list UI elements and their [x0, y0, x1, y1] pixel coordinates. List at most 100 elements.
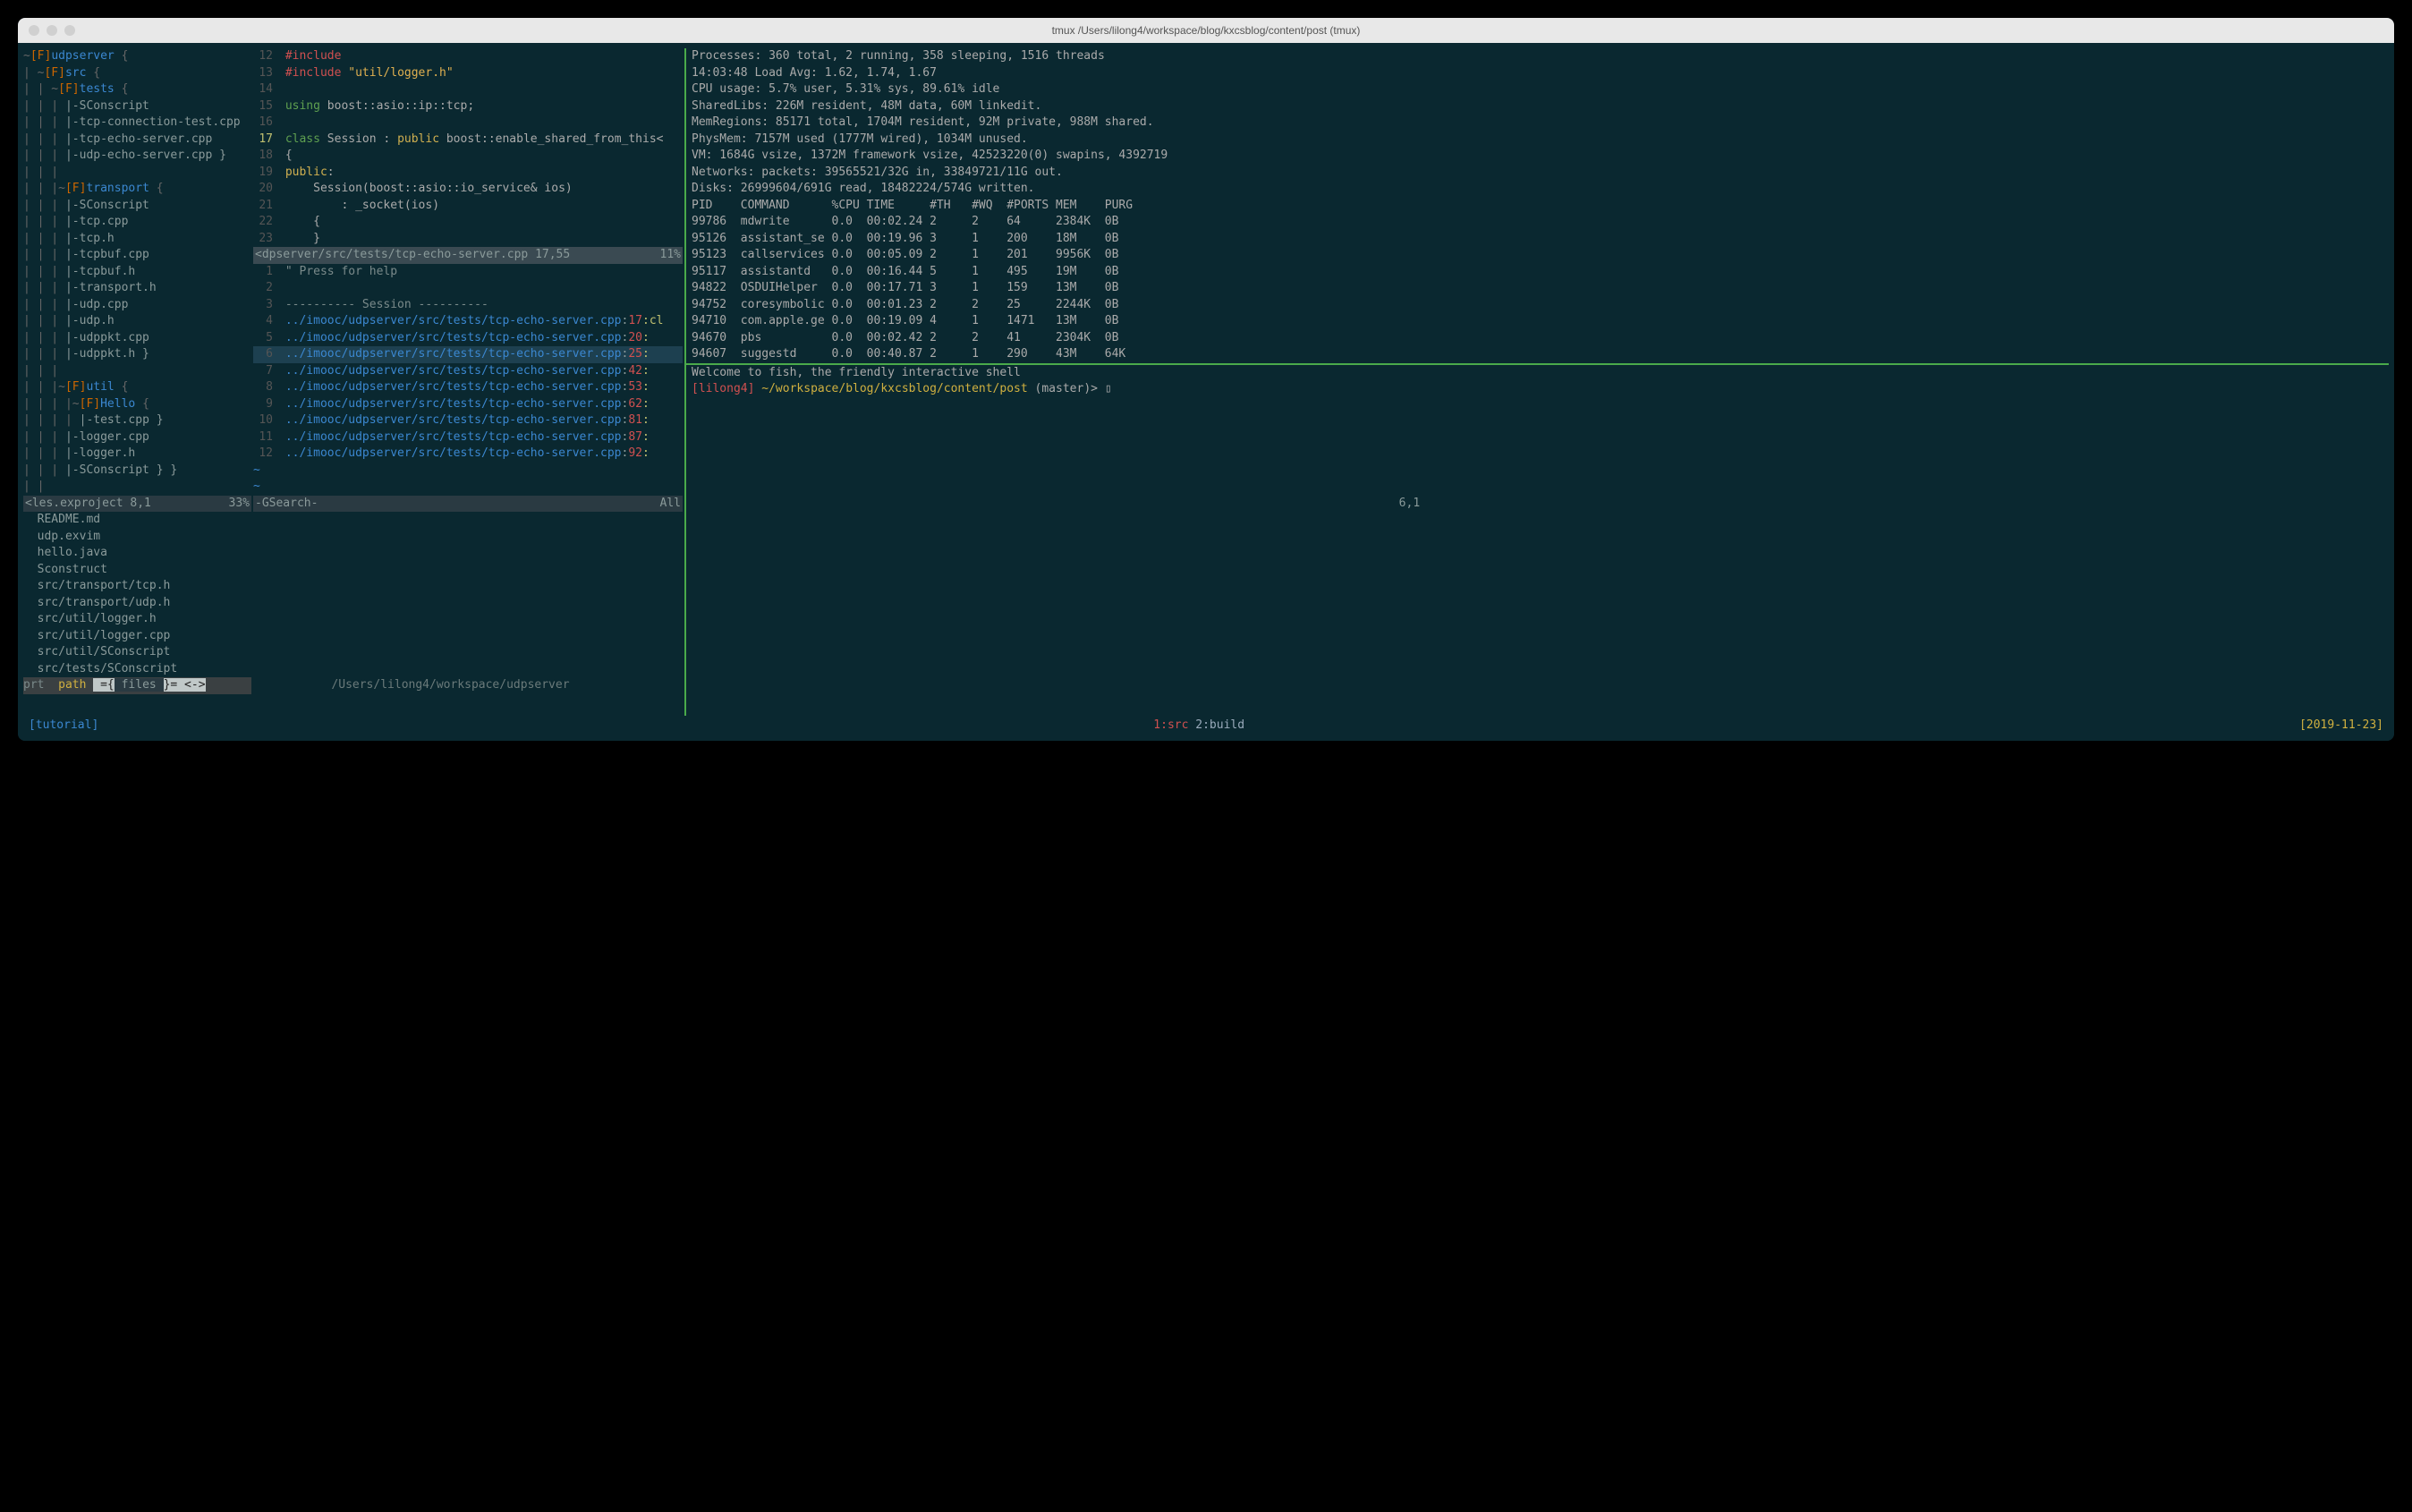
tree-item[interactable]: | | | |-udp.cpp	[23, 297, 251, 314]
top-row: 94607 suggestd 0.0 00:40.87 2 1 290 43M …	[692, 346, 2389, 363]
code-statusbar: <dpserver/src/tests/tcp-echo-server.cpp …	[253, 247, 683, 264]
gsearch-line[interactable]: 3 ---------- Session ----------	[253, 297, 683, 314]
code-line[interactable]: 13 #include "util/logger.h"	[253, 65, 683, 82]
tree-item[interactable]: | | | |-tcp-echo-server.cpp	[23, 132, 251, 149]
gsearch-line[interactable]: 9 ../imooc/udpserver/src/tests/tcp-echo-…	[253, 396, 683, 413]
window-title: tmux /Users/lilong4/workspace/blog/kxcsb…	[18, 22, 2394, 39]
code-line[interactable]: 17 class Session : public boost::enable_…	[253, 132, 683, 149]
tree-item[interactable]: | ~[F]src {	[23, 65, 251, 82]
file-list-item[interactable]: Sconstruct	[23, 562, 251, 579]
tree-item[interactable]: | | | |-udppkt.cpp	[23, 330, 251, 347]
tree-item[interactable]: | | | |-tcp.cpp	[23, 214, 251, 231]
tree-status-left: <les.exproject 8,1	[25, 496, 151, 513]
gsearch-line[interactable]: 6 ../imooc/udpserver/src/tests/tcp-echo-…	[253, 346, 683, 363]
gsearch-line[interactable]: 11 ../imooc/udpserver/src/tests/tcp-echo…	[253, 429, 683, 446]
top-header-line: Disks: 26999604/691G read, 18482224/574G…	[692, 181, 2389, 198]
middle-column: 12 #include 13 #include "util/logger.h"1…	[253, 48, 683, 716]
close-icon[interactable]	[29, 25, 39, 36]
tree-item[interactable]: | | |	[23, 363, 251, 380]
code-line[interactable]: 21 : _socket(ios)	[253, 198, 683, 215]
tree-item[interactable]: | | | |-transport.h	[23, 280, 251, 297]
code-line[interactable]: 18 {	[253, 148, 683, 165]
code-pane[interactable]: 12 #include 13 #include "util/logger.h"1…	[253, 48, 683, 247]
terminal-window: tmux /Users/lilong4/workspace/blog/kxcsb…	[18, 18, 2394, 741]
maximize-icon[interactable]	[64, 25, 75, 36]
tree-item[interactable]: | | | |-logger.h	[23, 446, 251, 463]
tree-item[interactable]: | | |~[F]util {	[23, 379, 251, 396]
top-row: 94710 com.apple.ge 0.0 00:19.09 4 1 1471…	[692, 313, 2389, 330]
gsearch-line[interactable]: 10 ../imooc/udpserver/src/tests/tcp-echo…	[253, 412, 683, 429]
code-line[interactable]: 15 using boost::asio::ip::tcp;	[253, 98, 683, 115]
tree-item[interactable]: | | | |-tcp.h	[23, 231, 251, 248]
gsearch-pane[interactable]: 1 " Press for help2 3 ---------- Session…	[253, 264, 683, 496]
tree-status-right: 33%	[229, 496, 250, 513]
file-list-item[interactable]: src/transport/tcp.h	[23, 578, 251, 595]
tmux-date: [2019-11-23]	[2299, 718, 2383, 735]
top-row: 95123 callservices 0.0 00:05.09 2 1 201 …	[692, 247, 2389, 264]
gsearch-line[interactable]: 8 ../imooc/udpserver/src/tests/tcp-echo-…	[253, 379, 683, 396]
file-list-item[interactable]: src/util/SConscript	[23, 644, 251, 661]
fish-prompt[interactable]: [lilong4] ~/workspace/blog/kxcsblog/cont…	[692, 381, 2389, 398]
file-tree[interactable]: ~[F]udpserver {| ~[F]src {| | ~[F]tests …	[23, 48, 251, 496]
top-header-line: 14:03:48 Load Avg: 1.62, 1.74, 1.67	[692, 65, 2389, 82]
code-line[interactable]: 19 public:	[253, 165, 683, 182]
tree-item[interactable]: | | | |-udp.h	[23, 313, 251, 330]
left-column: ~[F]udpserver {| ~[F]src {| | ~[F]tests …	[23, 48, 251, 716]
tree-item[interactable]: | | | |-SConscript	[23, 98, 251, 115]
top-columns: PID COMMAND %CPU TIME #TH #WQ #PORTS MEM…	[692, 198, 2389, 215]
tree-item[interactable]: | | | |-SConscript	[23, 198, 251, 215]
top-header-line: Processes: 360 total, 2 running, 358 sle…	[692, 48, 2389, 65]
file-list-item[interactable]: hello.java	[23, 545, 251, 562]
tree-item[interactable]: | | | |-logger.cpp	[23, 429, 251, 446]
code-line[interactable]: 16	[253, 115, 683, 132]
tree-item[interactable]: | | | |~[F]Hello {	[23, 396, 251, 413]
tmux-window-inactive[interactable]: 2:build	[1188, 718, 1244, 732]
fish-welcome: Welcome to fish, the friendly interactiv…	[692, 365, 2389, 382]
tree-item[interactable]: | | | | |-test.cpp }	[23, 412, 251, 429]
code-line[interactable]: 12 #include	[253, 48, 683, 65]
file-list-item[interactable]: src/tests/SConscript	[23, 661, 251, 678]
gsearch-line[interactable]: 4 ../imooc/udpserver/src/tests/tcp-echo-…	[253, 313, 683, 330]
tmux-window-active[interactable]: 1:src	[1153, 718, 1188, 732]
code-line[interactable]: 23 }	[253, 231, 683, 248]
tree-item[interactable]: | | | |-tcp-connection-test.cpp	[23, 115, 251, 132]
tree-item[interactable]: | | | |-tcpbuf.cpp	[23, 247, 251, 264]
code-line[interactable]: 20 Session(boost::asio::io_service& ios)	[253, 181, 683, 198]
code-line[interactable]: 14	[253, 81, 683, 98]
file-list-item[interactable]: src/util/logger.h	[23, 611, 251, 628]
gsearch-line[interactable]: 1 " Press for help	[253, 264, 683, 281]
tree-item[interactable]: ~[F]udpserver {	[23, 48, 251, 65]
tmux-windows[interactable]: 1:src 2:build	[1153, 718, 1244, 735]
top-header-line: PhysMem: 7157M used (1777M wired), 1034M…	[692, 132, 2389, 149]
tree-item[interactable]: | |	[23, 479, 251, 496]
top-header-line: Networks: packets: 39565521/32G in, 3384…	[692, 165, 2389, 182]
gsearch-line[interactable]: 2	[253, 280, 683, 297]
gsearch-line[interactable]: 5 ../imooc/udpserver/src/tests/tcp-echo-…	[253, 330, 683, 347]
minimize-icon[interactable]	[47, 25, 57, 36]
tree-item[interactable]: | | |	[23, 165, 251, 182]
tree-item[interactable]: | | | |-udppkt.h }	[23, 346, 251, 363]
tree-item[interactable]: | | | |-tcpbuf.h	[23, 264, 251, 281]
tree-item[interactable]: | | ~[F]tests {	[23, 81, 251, 98]
top-row: 94822 OSDUIHelper 0.0 00:17.71 3 1 159 1…	[692, 280, 2389, 297]
titlebar: tmux /Users/lilong4/workspace/blog/kxcsb…	[18, 18, 2394, 43]
tmux-session[interactable]: [tutorial]	[29, 718, 98, 735]
file-list-item[interactable]: src/transport/udp.h	[23, 595, 251, 612]
tree-item[interactable]: | | | |-udp-echo-server.cpp }	[23, 148, 251, 165]
file-list-item[interactable]: README.md	[23, 512, 251, 529]
tree-item[interactable]: | | | |-SConscript } }	[23, 463, 251, 480]
file-list-item[interactable]: src/util/logger.cpp	[23, 628, 251, 645]
mru-files-list[interactable]: README.md udp.exvim hello.java Sconstruc…	[23, 512, 251, 677]
terminal-body: ~[F]udpserver {| ~[F]src {| | ~[F]tests …	[18, 43, 2394, 741]
file-list-item[interactable]: udp.exvim	[23, 529, 251, 546]
top-row: 94670 pbs 0.0 00:02.42 2 2 41 2304K 0B	[692, 330, 2389, 347]
tree-item[interactable]: | | |~[F]transport {	[23, 181, 251, 198]
top-header-line: VM: 1684G vsize, 1372M framework vsize, …	[692, 148, 2389, 165]
gsearch-line[interactable]: 7 ../imooc/udpserver/src/tests/tcp-echo-…	[253, 363, 683, 380]
tmux-statusbar: [tutorial] 1:src 2:build [2019-11-23]	[23, 716, 2389, 736]
fish-shell-pane[interactable]: Welcome to fish, the friendly interactiv…	[686, 363, 2389, 398]
gsearch-line[interactable]: 12 ../imooc/udpserver/src/tests/tcp-echo…	[253, 446, 683, 463]
code-line[interactable]: 22 {	[253, 214, 683, 231]
ctrlp-bar[interactable]: prt path ={ files }= <-> /Users/lilong4/…	[23, 677, 251, 694]
top-pane[interactable]: Processes: 360 total, 2 running, 358 sle…	[686, 48, 2389, 363]
